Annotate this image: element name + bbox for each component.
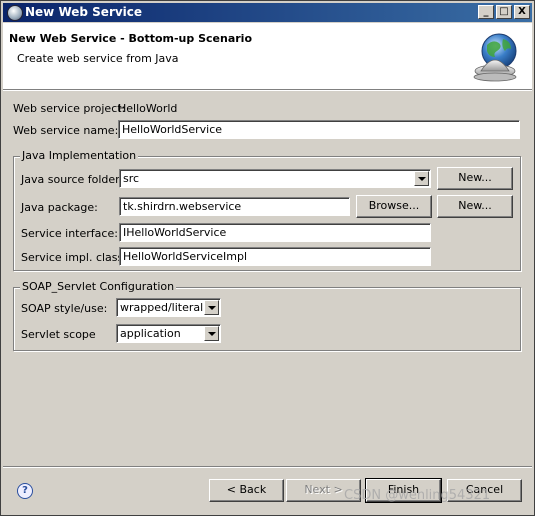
back-button[interactable]: < Back (209, 479, 284, 502)
app-icon (7, 5, 23, 21)
service-name-label: Web service name: (13, 124, 119, 137)
servlet-scope-combo[interactable]: application (116, 324, 221, 343)
soap-style-label: SOAP style/use: (21, 302, 108, 315)
project-value: HelloWorld (118, 102, 178, 115)
soap-servlet-title: SOAP_Servlet Configuration (20, 280, 177, 293)
soap-style-value: wrapped/literal (120, 301, 204, 314)
impl-class-label: Service impl. class: (21, 251, 127, 264)
help-icon[interactable]: ? (17, 483, 33, 499)
service-interface-value: IHelloWorldService (123, 226, 227, 239)
package-input[interactable]: tk.shirdrn.webservice (119, 197, 350, 216)
close-button[interactable]: X (514, 5, 530, 19)
service-interface-label: Service interface: (21, 227, 118, 240)
service-name-value: HelloWorldService (122, 123, 223, 136)
servlet-scope-label: Servlet scope (21, 328, 96, 341)
impl-class-value: HelloWorldServiceImpl (123, 250, 248, 263)
new-web-service-dialog: New Web Service _ □ X New Web Service - … (0, 0, 535, 516)
source-folder-new-button[interactable]: New... (437, 167, 513, 190)
wizard-header: New Web Service - Bottom-up Scenario Cre… (3, 23, 532, 90)
source-folder-label: Java source folder: (21, 173, 124, 186)
servlet-scope-value: application (120, 327, 181, 340)
footer-separator (3, 466, 532, 468)
package-value: tk.shirdrn.webservice (123, 200, 242, 213)
chevron-down-icon[interactable] (204, 300, 219, 315)
soap-servlet-group: SOAP_Servlet Configuration (13, 280, 521, 351)
package-new-button[interactable]: New... (437, 195, 513, 218)
globe-bell-icon (473, 33, 517, 82)
maximize-button[interactable]: □ (496, 5, 512, 19)
chevron-down-icon[interactable] (204, 326, 219, 341)
chevron-down-icon[interactable] (414, 171, 429, 186)
service-name-input[interactable]: HelloWorldService (118, 120, 520, 139)
service-interface-input[interactable]: IHelloWorldService (119, 223, 431, 242)
browse-button[interactable]: Browse... (356, 195, 432, 218)
wizard-description: Create web service from Java (17, 52, 179, 65)
java-implementation-title: Java Implementation (20, 149, 139, 162)
source-folder-value: src (123, 172, 140, 185)
project-label: Web service project: (13, 102, 126, 115)
title-bar[interactable]: New Web Service _ □ X (3, 3, 532, 22)
soap-style-combo[interactable]: wrapped/literal (116, 298, 221, 317)
minimize-button[interactable]: _ (478, 5, 494, 19)
impl-class-input[interactable]: HelloWorldServiceImpl (119, 247, 431, 266)
package-label: Java package: (21, 201, 98, 214)
window-title: New Web Service (25, 5, 143, 19)
watermark-text: CSDN @wenling54321 (344, 488, 491, 503)
header-separator (3, 89, 532, 91)
wizard-title: New Web Service - Bottom-up Scenario (9, 32, 253, 45)
source-folder-combo[interactable]: src (119, 169, 431, 188)
